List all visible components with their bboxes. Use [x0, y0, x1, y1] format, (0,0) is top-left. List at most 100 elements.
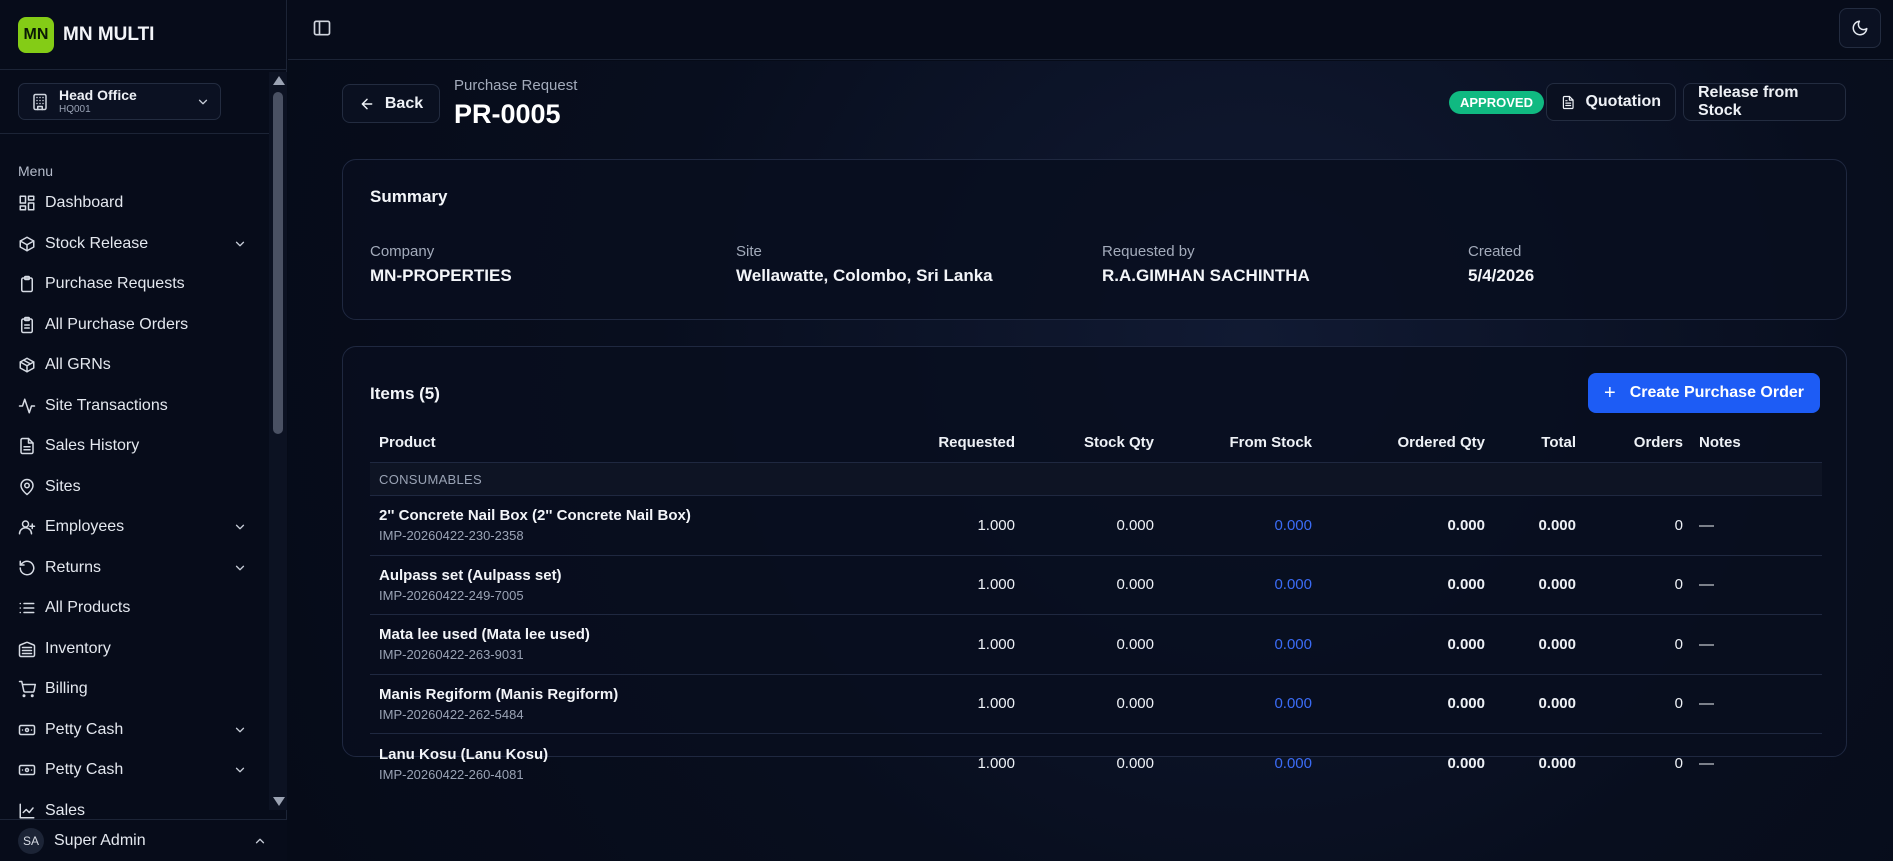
product-name: Mata lee used (Mata lee used) [379, 626, 590, 644]
product-name: Aulpass set (Aulpass set) [379, 566, 562, 584]
stock-qty-cell: 0.000 [1116, 635, 1154, 653]
notes-cell: — [1699, 635, 1714, 653]
col-total: Total [1541, 434, 1576, 451]
orders-cell: 0 [1674, 695, 1683, 713]
sidebar-item-purchase-requests[interactable]: Purchase Requests [0, 264, 269, 305]
sidebar-item-sales-history[interactable]: Sales History [0, 426, 269, 467]
requested-cell: 1.000 [977, 635, 1015, 653]
chevron-down-icon[interactable] [233, 723, 247, 737]
from-stock-cell[interactable]: 0.000 [1154, 636, 1312, 653]
sidebar-item-label: Billing [45, 680, 88, 698]
product-code: IMP-20260422-262-5484 [379, 706, 524, 722]
field-value: Wellawatte, Colombo, Sri Lanka [736, 266, 993, 285]
chevron-down-icon[interactable] [233, 763, 247, 777]
product-cell: Aulpass set (Aulpass set) IMP-20260422-24… [370, 567, 915, 603]
sidebar-toggle-icon[interactable] [312, 18, 332, 38]
sidebar-item-label: Petty Cash [45, 761, 124, 779]
avatar: SA [18, 827, 44, 854]
table-header: Product Requested Stock Qty From Stock O… [370, 423, 1822, 463]
sidebar-item-label: Sites [45, 477, 81, 495]
stock-qty-cell: 0.000 [1116, 695, 1154, 713]
clipboard-list-icon [21, 316, 33, 333]
table-row: 2'' Concrete Nail Box (2'' Concrete Nail… [370, 496, 1822, 556]
user-menu[interactable]: SA Super Admin [0, 819, 287, 861]
branch-selector[interactable]: Head Office HQ001 [18, 83, 221, 120]
ordered-qty-cell: 0.000 [1447, 576, 1485, 594]
back-button[interactable]: Back [342, 84, 440, 123]
items-title: Items (5) [370, 384, 440, 403]
chevron-down-icon[interactable] [233, 520, 247, 534]
scroll-thumb[interactable] [273, 92, 283, 434]
notes-cell: — [1699, 755, 1714, 773]
sidebar-item-petty-cash[interactable]: Petty Cash [0, 710, 269, 751]
scroll-down-arrow[interactable] [273, 797, 285, 806]
box-icon [19, 236, 35, 252]
sidebar-item-returns[interactable]: Returns [0, 548, 269, 589]
product-cell: Manis Regiform (Manis Regiform) IMP-20260… [370, 686, 915, 722]
col-orders: Orders [1633, 434, 1683, 451]
sidebar-item-billing[interactable]: Billing [0, 669, 269, 710]
ordered-qty-cell: 0.000 [1447, 635, 1485, 653]
requested-cell: 1.000 [977, 576, 1015, 594]
sidebar-scrollbar[interactable] [269, 72, 287, 810]
sidebar-item-petty-cash[interactable]: Petty Cash [0, 750, 269, 791]
field-label: Company [370, 243, 435, 260]
plus-icon: + [1604, 382, 1616, 404]
arrow-left-icon [361, 98, 373, 109]
table-row: Mata lee used (Mata lee used) IMP-2026042… [370, 615, 1822, 675]
total-cell: 0.000 [1538, 635, 1576, 653]
sidebar-item-dashboard[interactable]: Dashboard [0, 183, 269, 224]
product-cell: Lanu Kosu (Lanu Kosu) IMP-20260422-260-40… [370, 746, 915, 782]
release-from-stock-button[interactable]: Release from Stock [1683, 83, 1846, 121]
items-card: Items (5) + Create Purchase Order Produc… [342, 346, 1847, 782]
total-cell: 0.000 [1538, 695, 1576, 713]
sidebar-item-all-purchase-orders[interactable]: All Purchase Orders [0, 305, 269, 346]
product-name: 2'' Concrete Nail Box (2'' Concrete Nail… [379, 507, 691, 525]
product-code: IMP-20260422-263-9031 [379, 647, 524, 663]
topbar [288, 0, 1893, 60]
sidebar-item-all-products[interactable]: All Products [0, 588, 269, 629]
page-subtitle: Purchase Request [454, 77, 578, 94]
sidebar-item-sites[interactable]: Sites [0, 467, 269, 508]
requested-cell: 1.000 [977, 695, 1015, 713]
sidebar-item-label: Sales [45, 801, 86, 819]
field-label: Requested by [1102, 243, 1195, 260]
quotation-button[interactable]: Quotation [1546, 83, 1676, 121]
sidebar-item-label: Petty Cash [45, 720, 124, 738]
sidebar-item-employees[interactable]: Employees [0, 507, 269, 548]
sidebar-item-all-grns[interactable]: All GRNs [0, 345, 269, 386]
chevron-down-icon[interactable] [233, 561, 247, 575]
items-table: Product Requested Stock Qty From Stock O… [370, 423, 1822, 794]
theme-toggle-button[interactable] [1839, 8, 1881, 48]
field-label: Site [736, 243, 762, 260]
back-label: Back [384, 94, 424, 112]
sidebar-item-sales[interactable]: Sales [0, 791, 269, 820]
product-name: Manis Regiform (Manis Regiform) [379, 685, 619, 703]
sidebar-item-stock-release[interactable]: Stock Release [0, 224, 269, 265]
from-stock-cell[interactable]: 0.000 [1154, 576, 1312, 593]
package-icon [19, 357, 35, 373]
table-row: Manis Regiform (Manis Regiform) IMP-20260… [370, 675, 1822, 734]
from-stock-cell[interactable]: 0.000 [1154, 695, 1312, 712]
menu-label: Menu [18, 163, 54, 179]
chevron-down-icon[interactable] [233, 237, 247, 251]
brand[interactable]: MN MN MULTI [0, 0, 286, 70]
sidebar-item-inventory[interactable]: Inventory [0, 629, 269, 670]
ordered-qty-cell: 0.000 [1447, 755, 1485, 773]
sidebar-item-site-transactions[interactable]: Site Transactions [0, 386, 269, 427]
from-stock-cell[interactable]: 0.000 [1154, 755, 1312, 772]
product-code: IMP-20260422-230-2358 [379, 528, 524, 544]
table-row: Lanu Kosu (Lanu Kosu) IMP-20260422-260-40… [370, 734, 1822, 794]
orders-cell: 0 [1674, 576, 1683, 594]
sidebar-item-label: All Purchase Orders [45, 315, 189, 333]
create-purchase-order-button[interactable]: + Create Purchase Order [1588, 373, 1820, 413]
requested-by-field: Requested by R.A.GIMHAN SACHINTHA [1102, 243, 1310, 286]
sidebar-menu: Menu Dashboard Stock Release Purchase Requ… [0, 134, 269, 819]
scroll-up-arrow[interactable] [273, 76, 285, 85]
sidebar-item-label: All GRNs [45, 356, 111, 374]
sidebar-item-label: Dashboard [45, 194, 124, 212]
total-cell: 0.000 [1538, 755, 1576, 773]
site-field: Site Wellawatte, Colombo, Sri Lanka [736, 243, 993, 286]
ordered-qty-cell: 0.000 [1447, 516, 1485, 534]
from-stock-cell[interactable]: 0.000 [1154, 517, 1312, 534]
